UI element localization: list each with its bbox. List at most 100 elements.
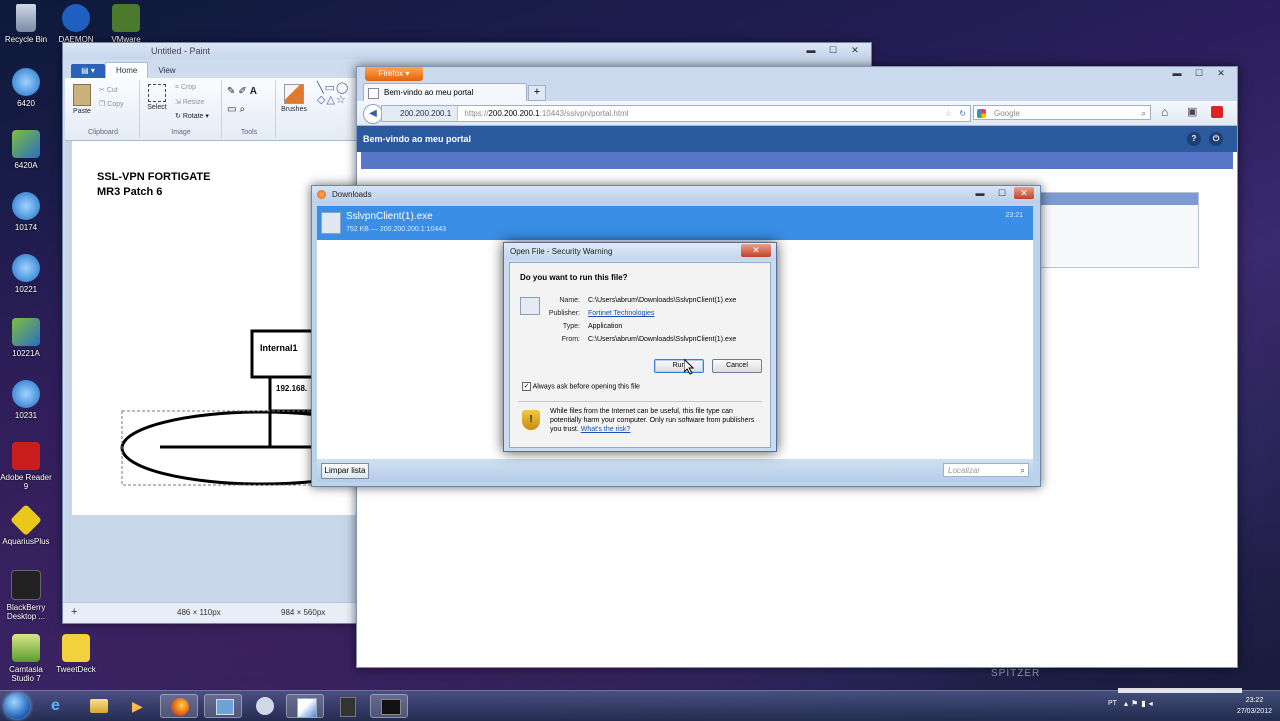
clock[interactable]: 23:22 27/03/2012 [1237, 695, 1272, 717]
close-button[interactable]: ✕ [1211, 67, 1231, 79]
new-tab-button[interactable]: + [528, 85, 546, 101]
help-icon[interactable]: ? [1187, 132, 1201, 146]
type-row: Type: Application [522, 323, 762, 330]
desktop-icon-adobe-reader[interactable]: Adobe Reader 9 [0, 442, 52, 491]
paint-file-menu-button[interactable]: ▤ ▾ [71, 64, 105, 78]
portal-header: Bem-vindo ao meu portal ? ⏻ [357, 126, 1237, 152]
taskbar-app[interactable] [246, 694, 284, 718]
desktop-icon-blackberry[interactable]: BlackBerry Desktop ... [0, 570, 52, 621]
taskbar-console[interactable] [370, 694, 408, 718]
search-input[interactable]: Google ⌕ [973, 105, 1151, 120]
firefox-icon [317, 190, 326, 199]
taskbar-firefox[interactable] [160, 694, 198, 718]
cancel-button[interactable]: Cancel [712, 359, 762, 373]
shapes-gallery[interactable]: ╲▭◯ ◇△☆ [317, 82, 349, 106]
minimize-button[interactable]: ▬ [1167, 67, 1187, 79]
back-button[interactable]: ◀ [363, 104, 383, 124]
crop-label: Crop [180, 84, 197, 91]
desktop-icon-daemon[interactable]: DAEMON [50, 4, 102, 44]
start-button[interactable] [4, 693, 30, 719]
home-icon[interactable]: ⌂ [1161, 105, 1168, 119]
recycle-bin-icon [16, 4, 36, 32]
warning-box: ! While files from the Internet can be u… [518, 401, 762, 444]
desktop-icon-6420[interactable]: 6420 [0, 68, 52, 108]
clear-list-button[interactable]: Limpar lista [321, 463, 369, 479]
brushes-button[interactable]: Brushes [279, 84, 309, 113]
download-time: 23:21 [1005, 212, 1023, 219]
minimize-button[interactable]: ▬ [801, 44, 821, 56]
youtube-icon[interactable] [1211, 106, 1223, 118]
close-button[interactable]: ✕ [741, 244, 771, 257]
publisher-link[interactable]: Fortinet Technologies [588, 310, 654, 317]
url-bar[interactable]: 200.200.200.1 https://200.200.200.1:1044… [381, 105, 971, 122]
canvas-label-ip: 192.168. [276, 384, 308, 393]
minimize-button[interactable]: ▬ [970, 187, 990, 199]
taskbar-vm[interactable] [328, 694, 366, 718]
always-ask-row[interactable]: ✓ Always ask before opening this file [522, 382, 640, 391]
network-icon [216, 699, 234, 715]
crop-button[interactable]: ⌗ Crop [175, 84, 196, 92]
taskbar-explorer[interactable] [80, 694, 118, 718]
taskbar-paint[interactable] [286, 694, 324, 718]
tab-home[interactable]: Home [105, 62, 149, 78]
download-item[interactable]: SslvpnClient(1).exe 752 KB — 200.200.200… [317, 206, 1033, 240]
tab-view[interactable]: View [148, 63, 185, 78]
select-button[interactable]: Select [145, 84, 169, 111]
download-file-name: SslvpnClient(1).exe [346, 211, 433, 222]
desktop-icon-recycle-bin[interactable]: Recycle Bin [0, 4, 52, 44]
always-ask-checkbox[interactable]: ✓ [522, 382, 531, 391]
site-identity-button[interactable]: 200.200.200.1 [382, 106, 459, 121]
firefox-menu-button[interactable]: Firefox ▾ [365, 67, 423, 81]
desktop-icon-10221[interactable]: 10221 [0, 254, 52, 294]
browser-tab[interactable]: Bem-vindo ao meu portal [363, 83, 527, 101]
run-button[interactable]: Run [654, 359, 704, 373]
risk-link[interactable]: What's the risk? [581, 426, 631, 433]
navigation-bar: ◀ 200.200.200.1 https://200.200.200.1:10… [357, 101, 1237, 126]
cut-button[interactable]: ✂ Cut [99, 86, 118, 94]
close-button[interactable]: ✕ [1014, 187, 1034, 199]
reload-icon[interactable]: ↻ [959, 106, 966, 121]
desktop-icon-aquariusplus[interactable]: AquariusPlus [0, 504, 52, 546]
downloads-search-input[interactable]: Localizar ⌕ [943, 463, 1029, 477]
firefox-window-controls: ▬ ☐ ✕ [1167, 67, 1231, 79]
desktop-icon-10174[interactable]: 10174 [0, 192, 52, 232]
desktop-icon-10231[interactable]: 10231 [0, 380, 52, 420]
url-scheme: https:// [464, 109, 489, 118]
brushes-label: Brushes [281, 106, 307, 113]
desktop-icon-6420a[interactable]: 6420A [0, 130, 52, 170]
image-group-label: Image [171, 129, 191, 136]
taskbar-media-player[interactable]: ▶ [120, 694, 158, 718]
paste-button[interactable]: Paste [71, 84, 93, 115]
desktop-icon-vmware[interactable]: VMware [100, 4, 152, 44]
close-button[interactable]: ✕ [845, 44, 865, 56]
desktop-icon-tweetdeck[interactable]: TweetDeck [50, 634, 102, 674]
tools-icons-row2[interactable]: ▭⌕ [227, 104, 248, 115]
taskbar-ie[interactable]: e [40, 694, 78, 718]
addon-icon[interactable]: ▣ [1187, 105, 1197, 118]
maximize-button[interactable]: ☐ [992, 187, 1012, 199]
canvas-label-internal1: Internal1 [260, 343, 298, 353]
search-icon: ⌕ [1020, 466, 1025, 475]
input-language[interactable]: PT [1108, 700, 1117, 707]
copy-button[interactable]: ❐ Copy [99, 100, 124, 108]
maximize-button[interactable]: ☐ [1189, 67, 1209, 79]
paste-icon [73, 84, 91, 106]
desktop-icon-camtasia[interactable]: Camtasia Studio 7 [0, 634, 52, 683]
rotate-button[interactable]: ↻ Rotate ▾ [175, 112, 209, 120]
bookmark-star-icon[interactable]: ☆ [945, 106, 952, 121]
taskbar-network[interactable] [204, 694, 242, 718]
maximize-button[interactable]: ☐ [823, 44, 843, 56]
resize-button[interactable]: ⇲ Resize [175, 98, 204, 106]
logout-icon[interactable]: ⏻ [1209, 132, 1223, 146]
search-icon[interactable]: ⌕ [1142, 106, 1146, 121]
tools-icons[interactable]: ✎✐A [227, 86, 260, 97]
security-warning-dialog[interactable]: Open File - Security Warning ✕ Do you wa… [503, 242, 777, 452]
tray-overlay-bar [1118, 688, 1242, 693]
select-label: Select [147, 104, 167, 111]
warning-text-block: While files from the Internet can be use… [550, 407, 758, 434]
tray-icons[interactable]: ▴⚑▮◂ [1124, 699, 1156, 708]
paint-icon [297, 698, 317, 718]
desktop-icon-10221a[interactable]: 10221A [0, 318, 52, 358]
security-dialog-title: Open File - Security Warning [504, 243, 776, 260]
console-icon [381, 699, 401, 715]
